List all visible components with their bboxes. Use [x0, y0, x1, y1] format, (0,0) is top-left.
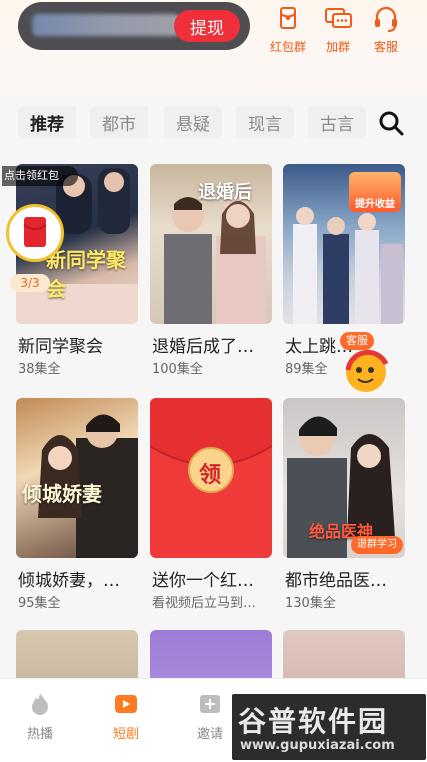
drama-card[interactable]	[16, 630, 138, 678]
tab-recommend[interactable]: 推荐	[18, 106, 76, 138]
top-bar: 提现 红包群 加群 客服	[0, 0, 427, 95]
red-envelope-group-label: 红包群	[269, 40, 306, 54]
customer-service-float[interactable]: 客服	[340, 332, 396, 392]
drama-episodes: 130集全	[285, 596, 336, 611]
tab-suspense[interactable]: 悬疑	[164, 106, 222, 138]
drama-episodes: 95集全	[18, 596, 61, 611]
lucky-count: 3/3	[10, 274, 50, 292]
join-group-label: 加群	[325, 40, 350, 54]
reward-description: 看视频后立马到…	[152, 596, 257, 611]
blurred-balance	[32, 14, 180, 36]
drama-poster: 退婚后	[150, 164, 272, 324]
invite-icon	[197, 691, 223, 717]
drama-poster	[283, 630, 405, 678]
watermark-title: 谷普软件园	[238, 705, 389, 738]
mascot-icon	[345, 349, 389, 392]
nav-hot-label: 热播	[26, 727, 53, 742]
customer-service-icon	[368, 4, 404, 36]
drama-poster	[150, 630, 272, 678]
red-envelope-poster: 领	[150, 398, 272, 558]
promo-gift-badge[interactable]: 提升收益	[349, 172, 401, 212]
drama-title: 送你一个红…	[152, 571, 254, 591]
tab-modern-romance[interactable]: 现言	[236, 106, 294, 138]
poster-title: 倾城娇妻	[22, 482, 102, 506]
tab-urban[interactable]: 都市	[90, 106, 148, 138]
customer-service-label: 客服	[373, 40, 398, 54]
red-envelope-group-icon	[270, 4, 306, 36]
withdraw-button[interactable]: 提现	[174, 10, 240, 42]
nav-hot[interactable]: 热播	[10, 691, 70, 742]
search-icon[interactable]	[376, 108, 406, 138]
promo-badge-label: 提升收益	[355, 199, 395, 210]
balance-pill[interactable]: 提现	[18, 2, 250, 50]
tab-ancient-romance[interactable]: 古言	[308, 106, 366, 138]
drama-poster: 倾城娇妻	[16, 398, 138, 558]
join-group-icon	[320, 4, 356, 36]
category-tabs: 推荐 都市 悬疑 现言 古言	[0, 98, 427, 148]
customer-service-button[interactable]: 客服	[356, 4, 416, 58]
nav-short-drama[interactable]: 短剧	[96, 691, 156, 742]
watermark-url: www.gupuxiazai.com	[240, 738, 395, 753]
site-watermark: 谷普软件园 www.gupuxiazai.com	[232, 694, 426, 760]
drama-title: 新同学聚会	[18, 337, 103, 357]
drama-episodes: 38集全	[18, 362, 61, 377]
claim-glyph: 领	[199, 463, 222, 488]
nav-invite-label: 邀请	[196, 727, 223, 742]
study-group-badge[interactable]: 退群学习	[351, 536, 403, 554]
drama-title: 退婚后成了…	[152, 337, 254, 357]
drama-card[interactable]	[283, 630, 405, 678]
study-group-label: 退群学习	[357, 539, 397, 550]
drama-title: 倾城娇妻，…	[18, 571, 120, 591]
red-envelope-icon	[6, 204, 64, 262]
drama-episodes: 100集全	[152, 362, 203, 377]
drama-poster: 提升收益	[283, 164, 405, 324]
drama-poster	[16, 630, 138, 678]
drama-title: 都市绝品医…	[285, 571, 387, 591]
flame-icon	[27, 691, 53, 717]
poster-title: 退婚后	[198, 182, 252, 203]
drama-poster: 绝品医神 退群学习	[283, 398, 405, 558]
nav-invite[interactable]: 邀请	[180, 691, 240, 742]
lucky-red-envelope-widget[interactable]: 点击领红包 3/3	[2, 166, 92, 296]
nav-short-drama-label: 短剧	[112, 727, 139, 742]
drama-card[interactable]	[150, 630, 272, 678]
lucky-label: 点击领红包	[2, 166, 78, 186]
play-icon	[113, 691, 139, 717]
